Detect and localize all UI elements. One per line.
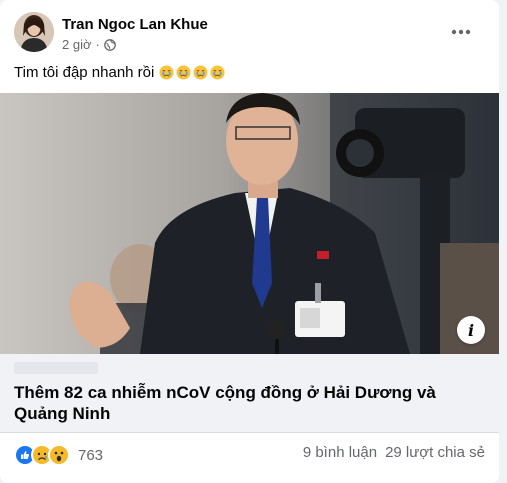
reaction-count: 763 <box>78 446 104 464</box>
post-text: Tim tôi đập nhanh rồi <box>14 64 225 81</box>
domain-placeholder <box>14 362 98 374</box>
post-text-content: Tim tôi đập nhanh rồi <box>14 64 155 81</box>
post-card: Tran Ngoc Lan Khue 2 giờ · Tim tôi đập n… <box>0 0 499 483</box>
crying-face-emoji-icon <box>159 65 174 80</box>
more-dots-icon <box>451 29 471 35</box>
crying-face-emoji-icon <box>193 65 208 80</box>
post-emojis <box>159 65 225 80</box>
post-stats: 763 9 bình luận 29 lượt chia sẻ <box>14 440 485 466</box>
comment-count[interactable]: 9 bình luận <box>303 444 377 461</box>
post-header: Tran Ngoc Lan Khue 2 giờ · <box>14 12 485 56</box>
author-avatar[interactable] <box>14 12 54 52</box>
author-name[interactable]: Tran Ngoc Lan Khue <box>62 16 208 33</box>
more-options-button[interactable] <box>447 18 475 46</box>
link-preview-box[interactable]: Thêm 82 ca nhiễm nCoV cộng đồng ở Hải Dư… <box>0 354 499 433</box>
wow-reaction-icon <box>48 444 70 466</box>
crying-face-emoji-icon <box>210 65 225 80</box>
crying-face-emoji-icon <box>176 65 191 80</box>
link-headline[interactable]: Thêm 82 ca nhiễm nCoV cộng đồng ở Hải Dư… <box>14 382 484 424</box>
engagement-counts: 9 bình luận 29 lượt chia sẻ <box>303 444 485 461</box>
share-count[interactable]: 29 lượt chia sẻ <box>385 444 485 461</box>
post-meta: 2 giờ · <box>62 37 116 52</box>
info-button[interactable]: i <box>457 316 485 344</box>
reactions-summary[interactable]: 763 <box>14 444 103 466</box>
post-time[interactable]: 2 giờ <box>62 37 92 52</box>
news-photo <box>0 93 499 354</box>
info-icon: i <box>467 320 475 340</box>
globe-icon[interactable] <box>103 38 116 51</box>
avatar-image <box>14 12 54 52</box>
link-preview-image[interactable]: i <box>0 93 499 354</box>
